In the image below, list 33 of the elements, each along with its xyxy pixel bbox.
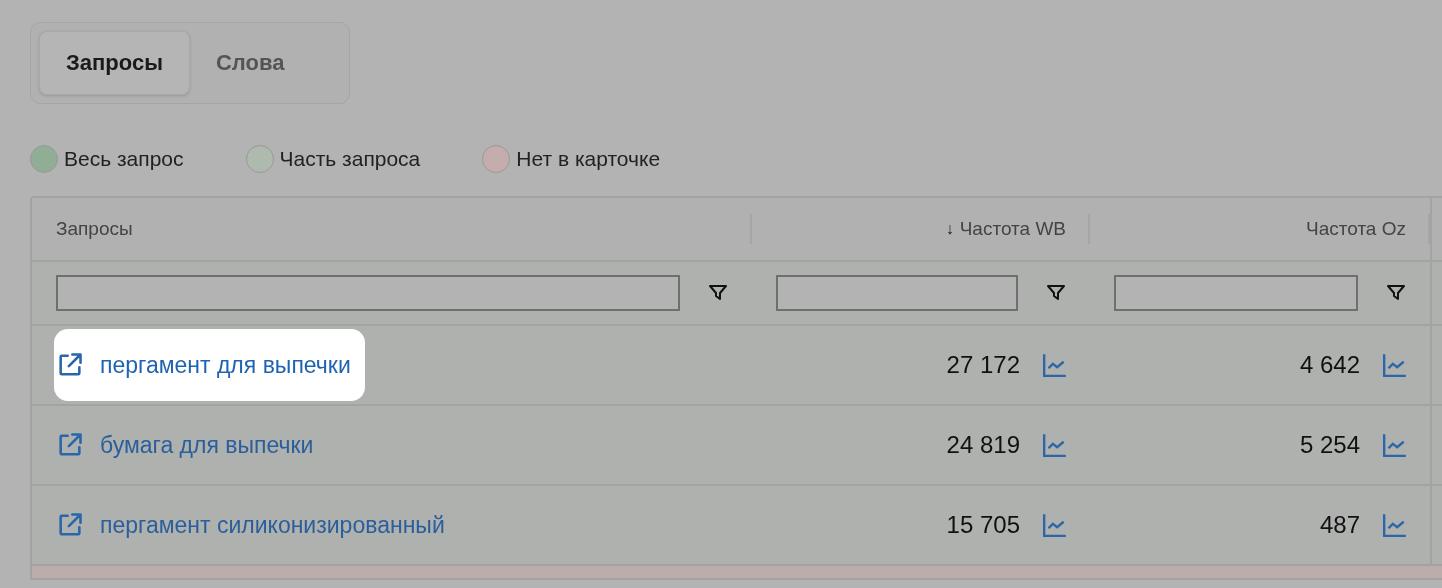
column-header[interactable]: Запросы [56, 218, 133, 240]
filter-field[interactable] [56, 275, 680, 311]
query-link[interactable]: пергамент силиконизированный [54, 489, 459, 561]
line-chart-icon[interactable] [1382, 512, 1408, 538]
table-cell: 487 [1319, 511, 1360, 539]
tab[interactable]: Слова [189, 31, 311, 95]
tab[interactable]: Запросы [39, 31, 190, 95]
query-link[interactable]: бумага для выпечки [54, 409, 328, 481]
filter-field[interactable] [776, 275, 1018, 311]
filter-field[interactable] [1114, 275, 1358, 311]
external-link-icon [56, 431, 84, 459]
column-header[interactable]: Частота Oz [1306, 218, 1406, 240]
filter-icon[interactable] [708, 283, 728, 303]
table-cell: 5 254 [1299, 431, 1360, 459]
legend-label: Весь запрос [64, 147, 184, 171]
line-chart-icon[interactable] [1382, 432, 1408, 458]
line-chart-icon[interactable] [1042, 352, 1068, 378]
external-link-icon [56, 351, 84, 379]
table-cell: 27 172 [946, 351, 1020, 379]
external-link-icon [56, 511, 84, 539]
legend-label: Нет в карточке [516, 147, 661, 171]
table-cell: 4 642 [1299, 351, 1360, 379]
filter-icon[interactable] [1046, 283, 1066, 303]
column-header[interactable]: Частота WB [959, 218, 1066, 240]
table-cell: 24 819 [946, 431, 1020, 459]
filter-icon[interactable] [1386, 283, 1406, 303]
query-link[interactable]: пергамент для выпечки [54, 329, 365, 401]
legend-label: Часть запроса [279, 147, 421, 171]
sort-arrow[interactable]: ↓ [945, 220, 954, 238]
line-chart-icon[interactable] [1382, 352, 1408, 378]
line-chart-icon[interactable] [1042, 512, 1068, 538]
line-chart-icon[interactable] [1042, 432, 1068, 458]
table-cell: 15 705 [946, 511, 1020, 539]
